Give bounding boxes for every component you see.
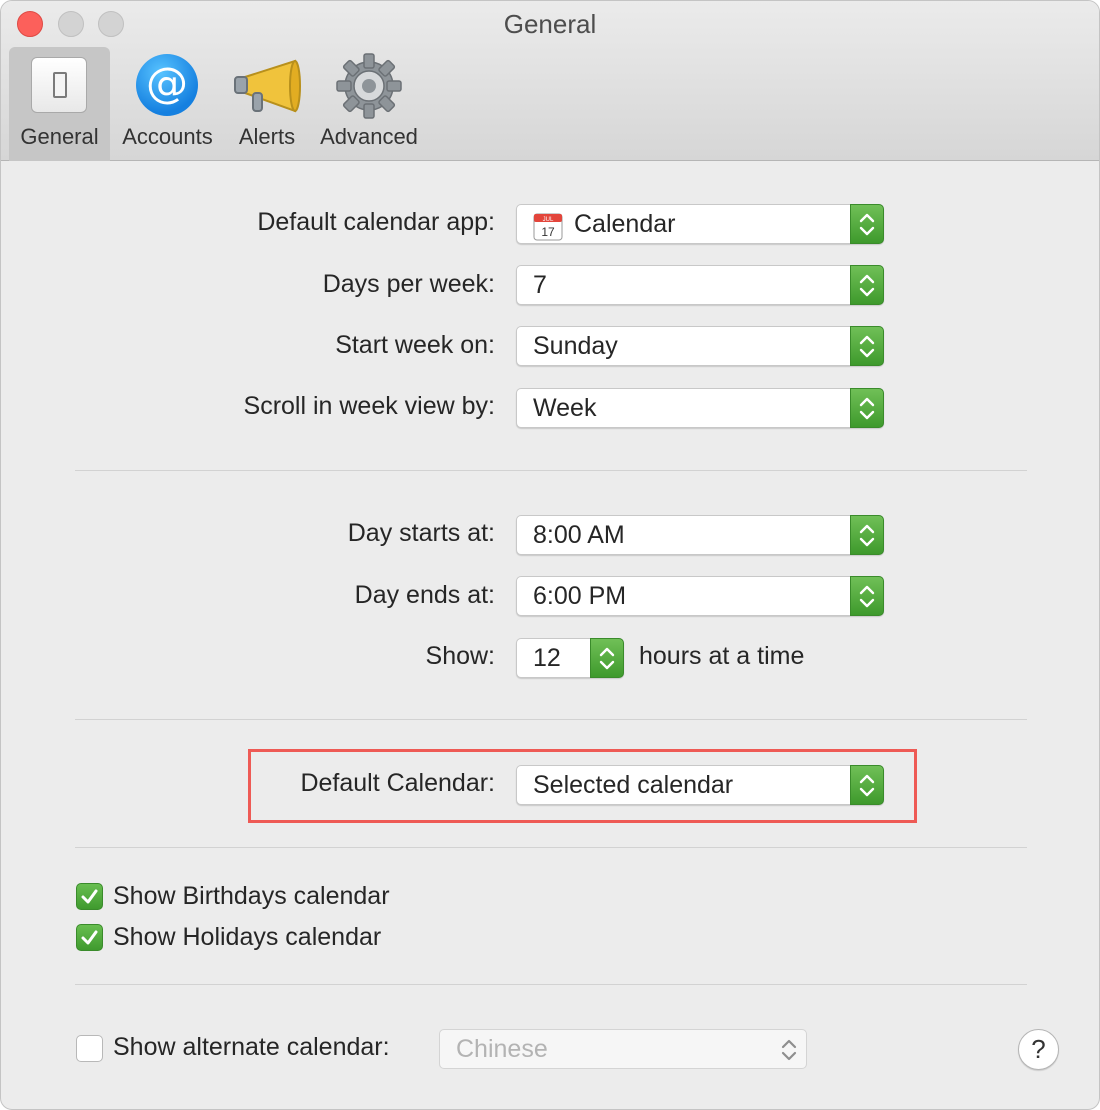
default-calendar-label: Default Calendar: xyxy=(300,769,495,797)
default-calendar-popup[interactable]: Selected calendar xyxy=(516,765,884,805)
tab-general-label: General xyxy=(20,124,99,149)
scroll-week-view-label: Scroll in week view by: xyxy=(243,392,495,420)
chevron-up-down-icon xyxy=(781,1039,797,1061)
tab-accounts[interactable]: @ Accounts xyxy=(115,47,220,161)
popup-arrows xyxy=(850,765,884,805)
tab-alerts-label: Alerts xyxy=(238,124,296,149)
show-birthdays-checkbox[interactable] xyxy=(76,883,103,910)
show-hours-stepper[interactable]: 12 xyxy=(516,638,624,678)
day-starts-label: Day starts at: xyxy=(347,519,495,547)
tab-alerts[interactable]: Alerts xyxy=(229,47,305,161)
start-week-on-popup[interactable]: Sunday xyxy=(516,326,884,366)
section-divider xyxy=(75,719,1027,720)
tab-advanced[interactable]: Advanced xyxy=(314,47,424,161)
gear-icon xyxy=(336,53,402,119)
show-hours-label: Show: xyxy=(425,642,495,670)
chevron-up-down-icon xyxy=(599,647,615,670)
chevron-up-down-icon xyxy=(859,397,875,420)
popup-arrows xyxy=(850,326,884,366)
preferences-window: General General @ Accounts Alerts Advanc… xyxy=(0,0,1100,1110)
help-button[interactable]: ? xyxy=(1018,1029,1059,1070)
chevron-up-down-icon xyxy=(859,585,875,608)
chevron-up-down-icon xyxy=(859,774,875,797)
megaphone-icon xyxy=(234,59,301,113)
window-title: General xyxy=(503,9,597,39)
scroll-week-view-value: Week xyxy=(533,394,597,422)
section-divider xyxy=(75,470,1027,471)
at-sign-icon: @ xyxy=(136,54,198,116)
popup-arrows xyxy=(850,204,884,244)
chevron-up-down-icon xyxy=(859,524,875,547)
days-per-week-value: 7 xyxy=(533,271,547,299)
day-starts-value: 8:00 AM xyxy=(533,521,625,549)
chevron-up-down-icon xyxy=(859,213,875,236)
popup-arrows xyxy=(850,515,884,555)
day-ends-label: Day ends at: xyxy=(354,581,495,609)
default-calendar-app-value: Calendar xyxy=(574,210,676,238)
day-starts-popup[interactable]: 8:00 AM xyxy=(516,515,884,555)
day-ends-popup[interactable]: 6:00 PM xyxy=(516,576,884,616)
chevron-up-down-icon xyxy=(859,335,875,358)
default-calendar-app-label: Default calendar app: xyxy=(257,208,495,236)
tab-advanced-label: Advanced xyxy=(320,124,418,149)
days-per-week-label: Days per week: xyxy=(322,270,495,298)
show-holidays-checkbox[interactable] xyxy=(76,924,103,951)
default-calendar-app-popup[interactable]: JUL 17 Calendar xyxy=(516,204,884,244)
alternate-calendar-value: Chinese xyxy=(456,1035,548,1063)
popup-arrows xyxy=(850,388,884,428)
start-week-on-value: Sunday xyxy=(533,332,618,360)
scroll-week-view-popup[interactable]: Week xyxy=(516,388,884,428)
default-calendar-value: Selected calendar xyxy=(533,771,734,799)
show-hours-suffix: hours at a time xyxy=(639,642,805,670)
day-ends-value: 6:00 PM xyxy=(533,582,627,610)
section-divider xyxy=(75,984,1027,985)
start-week-on-label: Start week on: xyxy=(335,331,495,359)
calendar-icon-day: 17 xyxy=(541,225,555,239)
show-hours-value: 12 xyxy=(533,644,561,672)
stepper-arrows[interactable] xyxy=(590,638,624,678)
popup-arrows xyxy=(850,265,884,305)
toolbar: General General @ Accounts Alerts Advanc… xyxy=(1,1,1099,161)
calendar-icon-month: JUL xyxy=(543,217,554,223)
light-switch-icon xyxy=(31,57,87,113)
show-alternate-checkbox[interactable] xyxy=(76,1035,103,1062)
tab-accounts-label: Accounts xyxy=(122,124,213,149)
tab-general[interactable]: General xyxy=(9,47,110,161)
alternate-calendar-popup: Chinese xyxy=(439,1029,807,1069)
show-holidays-label[interactable]: Show Holidays calendar xyxy=(113,923,381,952)
checkmark-icon xyxy=(81,889,98,904)
show-birthdays-label[interactable]: Show Birthdays calendar xyxy=(113,882,390,911)
section-divider xyxy=(75,847,1027,848)
calendar-app-icon: JUL 17 xyxy=(533,213,563,241)
chevron-up-down-icon xyxy=(859,274,875,297)
popup-arrows xyxy=(850,576,884,616)
checkmark-icon xyxy=(81,930,98,945)
days-per-week-popup[interactable]: 7 xyxy=(516,265,884,305)
show-alternate-label[interactable]: Show alternate calendar: xyxy=(113,1033,390,1062)
